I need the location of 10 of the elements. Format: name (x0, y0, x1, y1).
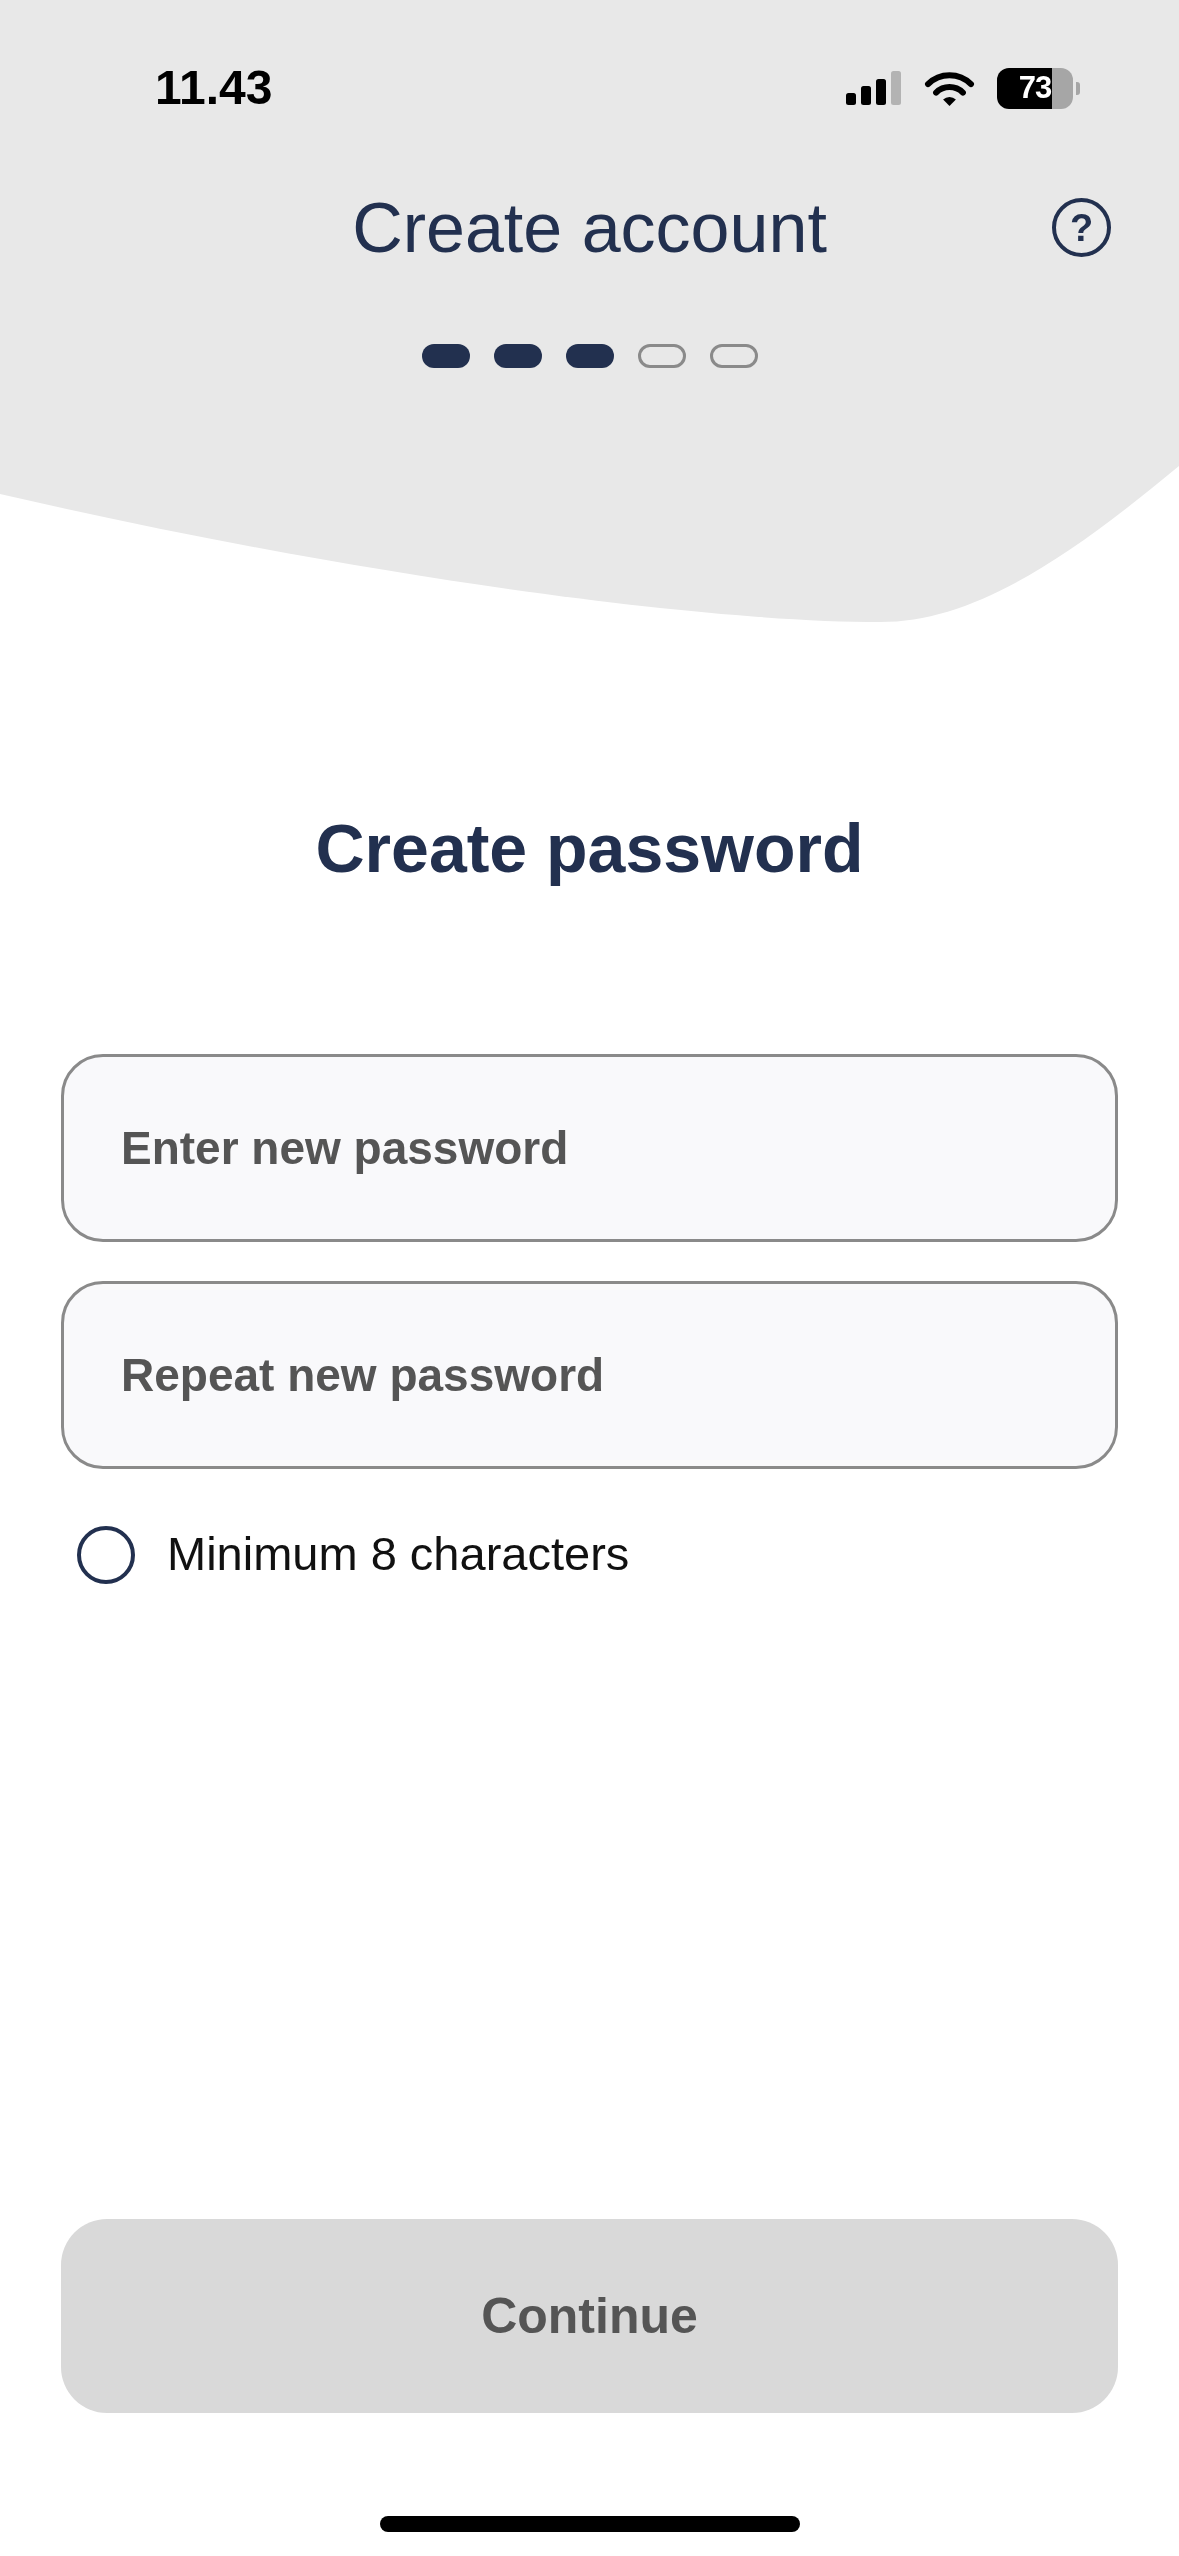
status-time: 11.43 (155, 60, 273, 116)
password-field[interactable]: Repeat new password (61, 1280, 1118, 1469)
battery-indicator: 73 (997, 67, 1080, 109)
page-heading: Create password (314, 809, 865, 888)
signal-icon (846, 71, 902, 105)
window-title: Create account (352, 187, 827, 269)
requirement-label: Minimum 8 characters (167, 1526, 630, 1583)
wifi-icon (924, 70, 975, 106)
password-field[interactable]: Enter new password (61, 1053, 1118, 1242)
help-button[interactable]: ? (1052, 198, 1111, 257)
